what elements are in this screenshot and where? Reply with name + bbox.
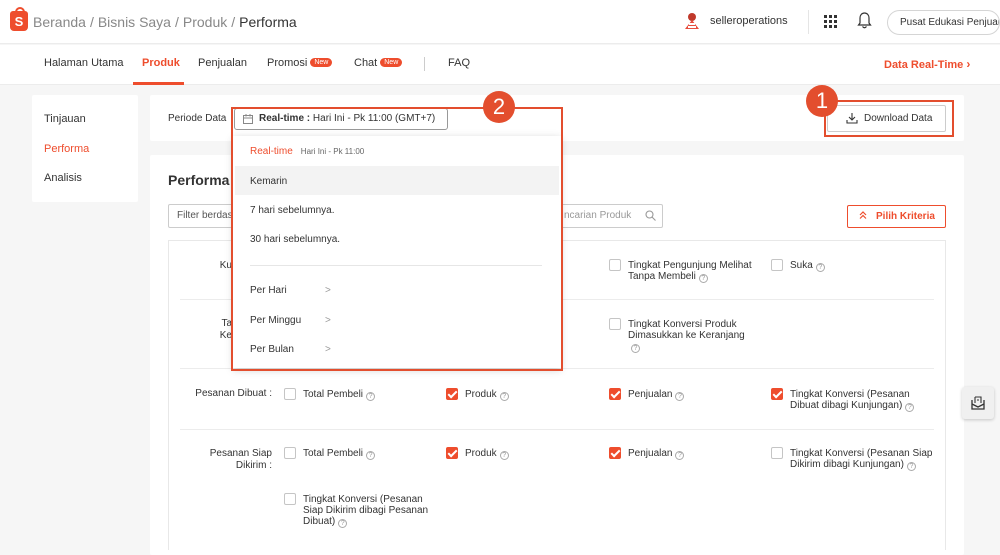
criteria-label-text: Tingkat Konversi Produk Dimasukkan ke Ke… [628,319,745,341]
help-icon[interactable]: ? [338,519,348,528]
breadcrumb-item-beranda[interactable]: Beranda [33,14,86,30]
criteria-checkbox[interactable] [609,259,621,271]
criteria-label-text: Tingkat Konversi (Pesanan Siap Dikirim d… [303,494,429,527]
help-icon[interactable]: ? [675,451,685,460]
criteria-label: Penjualan? [628,448,685,460]
breadcrumb-separator: / [231,14,236,30]
criteria-checkbox-checked[interactable] [446,388,458,400]
criteria-label: Produk? [465,389,509,401]
help-icon[interactable]: ? [698,274,708,283]
criteria-row-label: Ta Ke [219,318,232,341]
criteria-label-text: Produk [465,448,497,459]
grid-icon[interactable] [824,15,837,28]
criteria-checkbox-checked[interactable] [771,388,783,400]
tab-halaman-utama[interactable]: Halaman Utama [44,57,123,69]
help-icon[interactable]: ? [499,451,509,460]
criteria-checkbox[interactable] [284,493,296,505]
new-badge: New [310,58,333,67]
bell-icon[interactable] [857,12,872,29]
username[interactable]: selleroperations [710,15,788,27]
annotation-marker-2: 2 [483,91,515,123]
criteria-label: Suka? [790,260,825,272]
help-icon[interactable]: ? [906,462,916,471]
breadcrumb-current: Performa [239,14,297,30]
user-avatar-icon[interactable] [683,12,701,30]
criteria-label-text: Suka [790,260,813,271]
criteria-checkbox[interactable] [771,259,783,271]
criteria-label-text: Tingkat Konversi (Pesanan Dibuat dibagi … [790,389,910,411]
tab-penjualan[interactable]: Penjualan [198,57,247,69]
breadcrumb-separator: / [174,14,179,30]
breadcrumb-item-bisnis-saya[interactable]: Bisnis Saya [98,14,171,30]
seller-education-button[interactable]: Pusat Edukasi Penjual [887,10,1000,35]
tab-promosi[interactable]: Promosi New [267,57,333,69]
criteria-label: Tingkat Konversi Produk Dimasukkan ke Ke… [628,319,753,353]
sidebar-item-performa[interactable]: Performa [44,143,89,155]
tab-faq[interactable]: FAQ [448,57,470,69]
criteria-label: Tingkat Konversi (Pesanan Siap Dikirim d… [790,448,938,471]
criteria-label-text: Produk [465,389,497,400]
row-divider [180,429,934,430]
criteria-checkbox[interactable] [771,447,783,459]
criteria-label-text: Tingkat Pengunjung Melihat Tanpa Membeli [628,260,752,282]
criteria-checkbox[interactable] [284,447,296,459]
criteria-label: Tingkat Pengunjung Melihat Tanpa Membeli… [628,260,763,283]
breadcrumb-item-produk[interactable]: Produk [183,14,227,30]
sidebar-item-tinjauan[interactable]: Tinjauan [44,113,86,125]
criteria-checkbox[interactable] [284,388,296,400]
criteria-label-text: Penjualan [628,389,673,400]
criteria-checkbox-checked[interactable] [609,447,621,459]
search-icon [645,210,656,221]
help-icon[interactable]: ? [366,392,376,401]
criteria-row-label: Ku [219,260,232,271]
breadcrumb: Beranda / Bisnis Saya / Produk / Performa [33,14,297,30]
tab-promosi-label: Promosi [267,57,308,69]
criteria-checkbox[interactable] [609,318,621,330]
chevron-right-icon: › [966,57,971,71]
tab-chat[interactable]: Chat New [354,57,403,69]
highlight-dropdown-box [231,107,563,371]
help-icon[interactable]: ? [815,263,825,272]
new-badge: New [380,58,403,67]
help-icon[interactable]: ? [675,392,685,401]
help-icon[interactable]: ? [366,451,376,460]
annotation-marker-1: 1 [806,85,838,117]
criteria-label: Tingkat Konversi (Pesanan Dibuat dibagi … [790,389,930,412]
tab-chat-label: Chat [354,57,378,69]
criteria-label: Tingkat Konversi (Pesanan Siap Dikirim d… [303,494,435,528]
criteria-row-label: Pesanan Siap Dikirim : [209,448,272,471]
tab-produk[interactable]: Produk [142,57,180,69]
period-label: Periode Data [168,113,227,124]
help-icon[interactable]: ? [631,344,640,353]
criteria-checkbox-checked[interactable] [446,447,458,459]
realtime-data-label: Data Real-Time [884,59,964,71]
realtime-data-link[interactable]: Data Real-Time › [884,57,970,71]
header-divider [808,10,809,34]
criteria-label: Total Pembeli? [303,448,376,460]
shopee-logo-icon[interactable]: S [10,7,28,31]
nav-divider [424,57,425,71]
help-icon[interactable]: ? [499,392,509,401]
highlight-download-box [824,100,954,137]
active-tab-indicator [133,82,184,85]
criteria-label-text: Total Pembeli [303,448,364,459]
breadcrumb-separator: / [89,14,94,30]
mail-icon [971,396,985,410]
criteria-label-text: Total Pembeli [303,389,364,400]
criteria-label-text: Penjualan [628,448,673,459]
sidebar-item-analisis[interactable]: Analisis [44,172,82,184]
help-icon[interactable]: ? [905,403,915,412]
criteria-label: Total Pembeli? [303,389,376,401]
criteria-label: Produk? [465,448,509,460]
chevron-double-up-icon [859,211,867,219]
criteria-checkbox-checked[interactable] [609,388,621,400]
criteria-label: Penjualan? [628,389,685,401]
criteria-row-label: Pesanan Dibuat : [195,388,272,399]
